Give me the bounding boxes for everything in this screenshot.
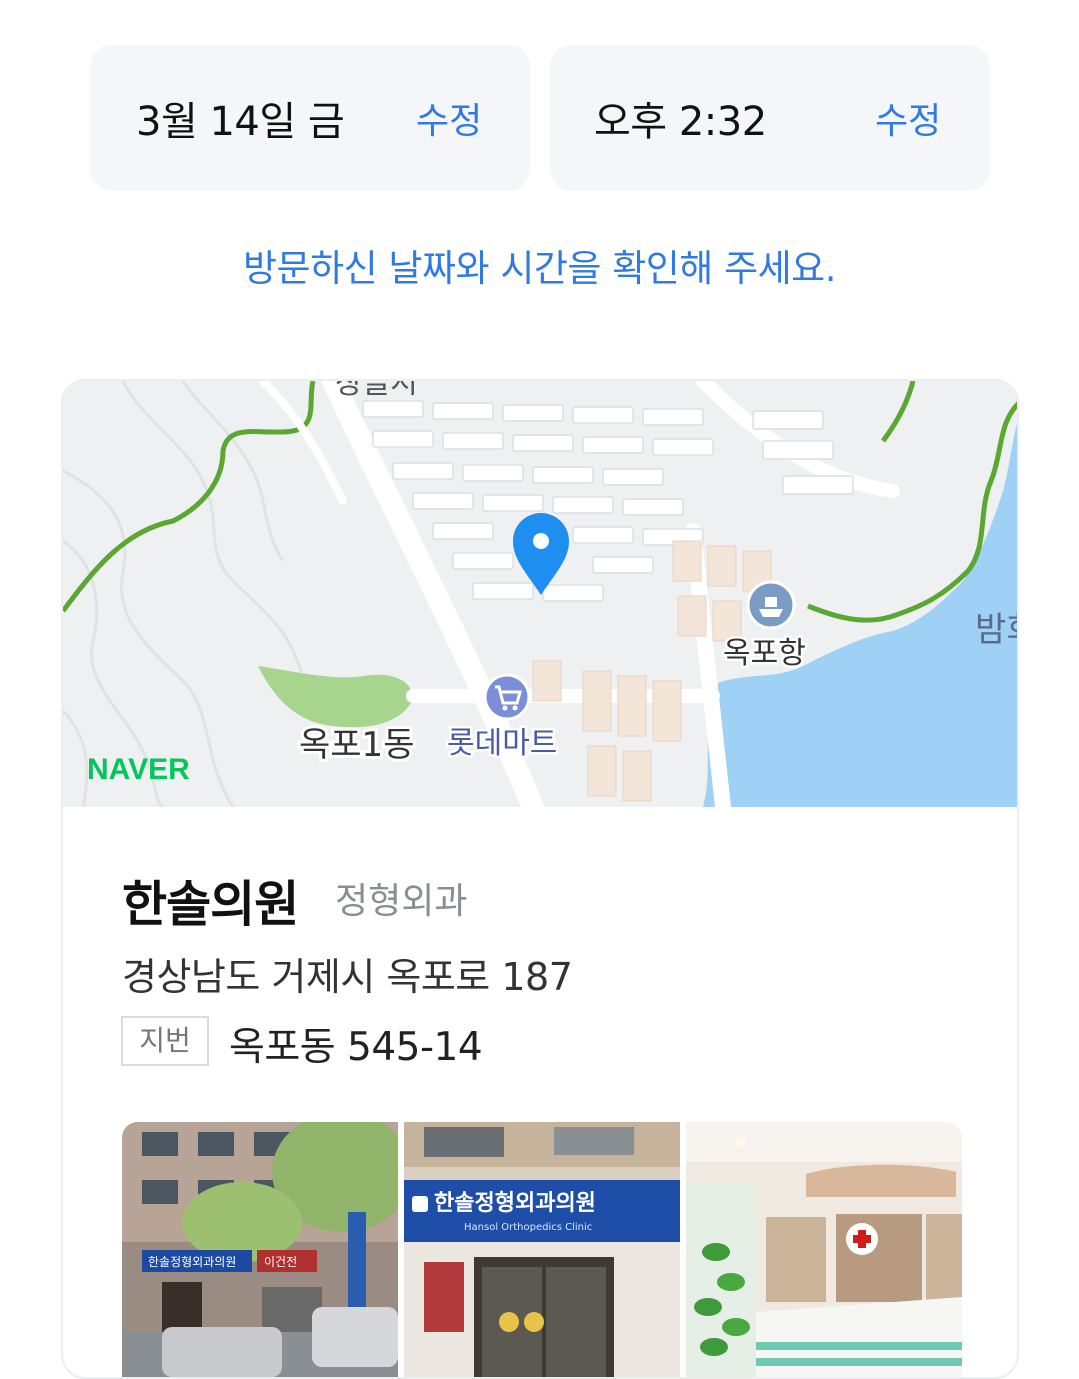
photo-clinic-sign: 한솔정형외과의원 [434, 1191, 596, 1216]
photo-street-sign: 한솔정형외과의원 [148, 1255, 236, 1269]
visit-time-pill: 오후 2:32 수정 [550, 45, 990, 191]
mart-icon [483, 673, 531, 721]
map-label-port: 옥포항 [723, 636, 806, 671]
place-photos: 한솔정형외과의원 이건전 한솔정형외과의원 Hansol Orthopedics… [122, 1122, 962, 1377]
place-card: 장늘시 옥포1동 롯데마트 옥포항 밤회 [61, 379, 1019, 1379]
photo-neighbor-sign: 이건전 [264, 1255, 297, 1269]
visit-time-value: 오후 2:32 [594, 99, 767, 145]
jibun-address: 옥포동 545-14 [229, 1025, 483, 1070]
map-label-right: 밤회 [975, 610, 1019, 650]
place-photo[interactable]: 한솔정형외과의원 Hansol Orthopedics Clinic [404, 1122, 680, 1377]
place-photo[interactable] [686, 1122, 962, 1377]
map-label-top: 장늘시 [335, 381, 418, 401]
visit-date-pill: 3월 14일 금 수정 [90, 45, 530, 191]
visit-date-value: 3월 14일 금 [136, 99, 345, 145]
jibun-badge: 지번 [121, 1016, 209, 1066]
road-address: 경상남도 거제시 옥포로 187 [122, 955, 573, 999]
medical-cross-icon [412, 1196, 428, 1212]
port-icon [746, 580, 796, 630]
map-label-mart: 롯데마트 [447, 726, 557, 761]
place-name: 한솔의원 [122, 876, 299, 933]
edit-date-button[interactable]: 수정 [416, 92, 482, 144]
place-category: 정형외과 [335, 881, 468, 922]
map-label-district: 옥포1동 [299, 725, 414, 765]
edit-time-button[interactable]: 수정 [875, 92, 941, 144]
naver-logo: NAVER [87, 753, 190, 786]
place-map[interactable]: 장늘시 옥포1동 롯데마트 옥포항 밤회 [63, 381, 1019, 807]
photo-clinic-sign-en: Hansol Orthopedics Clinic [464, 1222, 592, 1233]
visit-confirm-notice: 방문하신 날짜와 시간을 확인해 주세요. [243, 247, 836, 290]
place-photo[interactable]: 한솔정형외과의원 이건전 [122, 1122, 398, 1377]
